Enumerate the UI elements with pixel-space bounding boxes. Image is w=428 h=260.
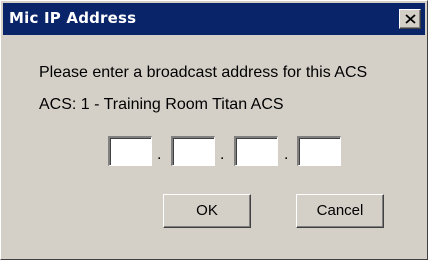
ip-octet-4[interactable] (297, 136, 341, 166)
ip-octet-3[interactable] (234, 136, 278, 166)
ip-octet-1[interactable] (108, 136, 152, 166)
close-icon (405, 14, 416, 24)
ip-separator: . (157, 146, 162, 163)
ip-separator: . (220, 146, 225, 163)
cancel-button[interactable]: Cancel (296, 194, 384, 228)
acs-label: ACS: 1 - Training Room Titan ACS (39, 96, 284, 113)
ip-octet-2[interactable] (171, 136, 215, 166)
ip-separator: . (284, 146, 289, 163)
prompt-text: Please enter a broadcast address for thi… (39, 64, 368, 81)
mic-ip-address-dialog: Mic IP Address Please enter a broadcast … (0, 0, 428, 260)
ok-button[interactable]: OK (163, 194, 251, 228)
window-title: Mic IP Address (9, 9, 137, 27)
title-bar[interactable]: Mic IP Address (3, 3, 425, 35)
close-button[interactable] (399, 9, 421, 29)
